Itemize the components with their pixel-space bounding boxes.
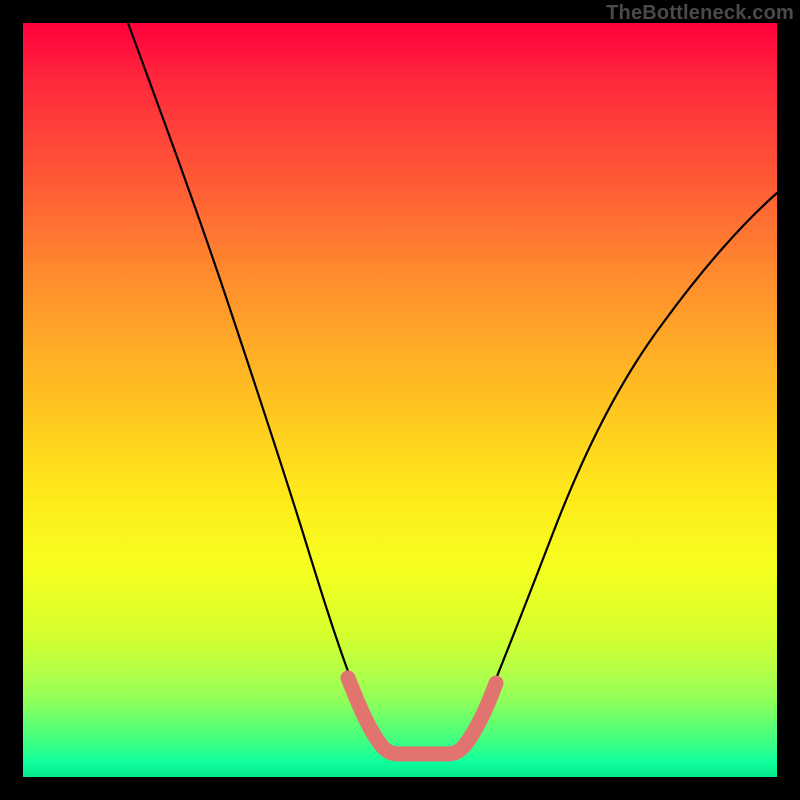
pink-highlight-path xyxy=(348,678,496,754)
watermark-text: TheBottleneck.com xyxy=(606,2,794,25)
curve-layer xyxy=(23,23,777,777)
chart-frame: TheBottleneck.com xyxy=(0,0,800,800)
black-curve-path xyxy=(128,23,777,753)
plot-area xyxy=(23,23,777,777)
